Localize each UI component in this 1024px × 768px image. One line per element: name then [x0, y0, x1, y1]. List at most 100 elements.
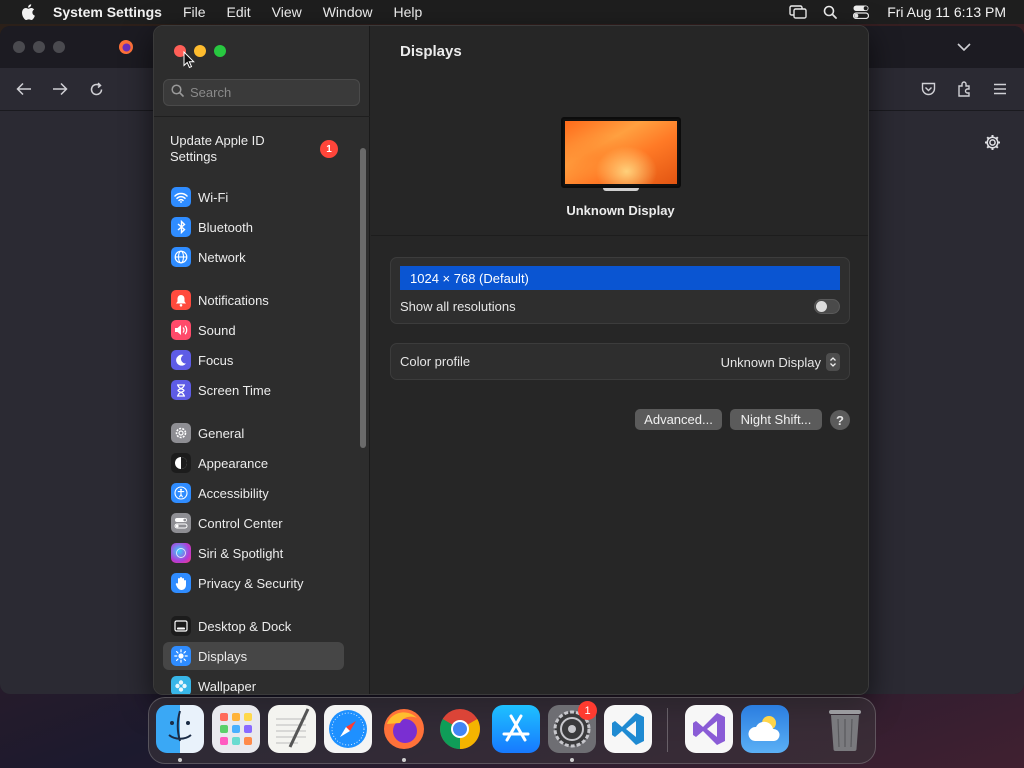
wallpaper-preview — [565, 121, 677, 184]
display-name-label: Unknown Display — [566, 203, 675, 218]
sidebar-item-focus[interactable]: Focus — [163, 346, 344, 374]
browser-zoom-button[interactable] — [53, 41, 65, 53]
apple-id-badge: 1 — [320, 140, 338, 158]
sidebar-item-label: Desktop & Dock — [198, 618, 292, 634]
menu-file[interactable]: File — [183, 4, 206, 20]
vscode-icon[interactable] — [604, 705, 652, 753]
menu-edit[interactable]: Edit — [227, 4, 251, 20]
sidebar-item-wallpaper[interactable]: Wallpaper — [163, 672, 344, 694]
show-all-resolutions-toggle[interactable] — [814, 299, 840, 314]
hand-icon — [171, 573, 191, 593]
spotlight-search-icon[interactable] — [823, 5, 838, 19]
sidebar-item-appearance[interactable]: Appearance — [163, 449, 344, 477]
sidebar-item-label: Screen Time — [198, 382, 271, 398]
firefox-tab-icon[interactable] — [117, 38, 135, 56]
forward-arrow-icon[interactable] — [50, 80, 70, 98]
screen-mirroring-icon[interactable] — [789, 5, 807, 19]
night-shift-button[interactable]: Night Shift... — [730, 409, 822, 430]
browser-close-button[interactable] — [13, 41, 25, 53]
display-thumbnail[interactable] — [561, 117, 681, 188]
sidebar-item-network[interactable]: Network — [163, 243, 344, 271]
menubar-clock[interactable]: Fri Aug 11 6:13 PM — [887, 4, 1006, 20]
search-icon — [171, 83, 184, 102]
trash-icon[interactable] — [821, 705, 869, 753]
bluetooth-icon — [171, 217, 191, 237]
visual-studio-icon[interactable] — [685, 705, 733, 753]
sun-icon — [171, 646, 191, 666]
system-settings-badge: 1 — [578, 701, 597, 720]
gear-icon[interactable] — [982, 132, 1002, 152]
firefox-icon[interactable] — [380, 705, 428, 753]
page-title: Displays — [400, 43, 462, 60]
accessibility-icon — [171, 483, 191, 503]
sidebar-item-label: Wallpaper — [198, 678, 257, 694]
sidebar-item-notifications[interactable]: Notifications — [163, 286, 344, 314]
pocket-icon[interactable] — [918, 80, 938, 98]
sidebar-item-accessibility[interactable]: Accessibility — [163, 479, 344, 507]
browser-minimize-button[interactable] — [33, 41, 45, 53]
sidebar-item-label: Notifications — [198, 292, 269, 308]
color-profile-value: Unknown Display — [720, 354, 821, 370]
sidebar-item-displays[interactable]: Displays — [163, 642, 344, 670]
update-apple-id-item[interactable]: Update Apple ID Settings — [170, 133, 290, 165]
extensions-icon[interactable] — [954, 80, 974, 98]
sidebar-search[interactable] — [163, 79, 360, 106]
menu-view[interactable]: View — [272, 4, 302, 20]
menu-bar: System Settings File Edit View Window He… — [0, 0, 1024, 24]
sidebar-item-label: Focus — [198, 352, 234, 368]
sidebar-item-desktop-dock[interactable]: Desktop & Dock — [163, 612, 344, 640]
sidebar-item-wifi[interactable]: Wi-Fi — [163, 183, 344, 211]
gear-icon — [171, 423, 191, 443]
color-profile-popup[interactable]: Unknown Display — [721, 352, 840, 372]
sidebar-item-label: Sound — [198, 322, 236, 338]
dock: 1 — [148, 697, 876, 764]
help-button[interactable]: ? — [830, 410, 850, 430]
sidebar-scrollbar[interactable] — [360, 148, 366, 448]
sidebar-item-general[interactable]: General — [163, 419, 344, 447]
menu-help[interactable]: Help — [394, 4, 423, 20]
sidebar-item-screen-time[interactable]: Screen Time — [163, 376, 344, 404]
wifi-icon — [171, 187, 191, 207]
advanced-button[interactable]: Advanced... — [635, 409, 722, 430]
launchpad-icon[interactable] — [212, 705, 260, 753]
sidebar-item-sound[interactable]: Sound — [163, 316, 344, 344]
apple-menu-icon[interactable] — [18, 4, 38, 20]
finder-icon[interactable] — [156, 705, 204, 753]
sidebar-item-privacy-security[interactable]: Privacy & Security — [163, 569, 344, 597]
sidebar-item-control-center[interactable]: Control Center — [163, 509, 344, 537]
app-store-icon[interactable] — [492, 705, 540, 753]
color-profile-panel: Color profile Unknown Display — [390, 343, 850, 380]
dock-separator — [667, 708, 668, 752]
resolution-option-selected[interactable]: 1024 × 768 (Default) — [400, 266, 840, 290]
search-input[interactable] — [190, 85, 350, 100]
hourglass-icon — [171, 380, 191, 400]
dock-icon — [171, 616, 191, 636]
show-all-resolutions-label: Show all resolutions — [400, 299, 516, 314]
system-settings-window: Update Apple ID Settings 1 Wi-Fi Bluetoo… — [153, 25, 869, 695]
sidebar-item-label: General — [198, 425, 245, 441]
bell-icon — [171, 290, 191, 310]
display-arrangement-area: Displays Unknown Display — [371, 26, 868, 236]
menu-window[interactable]: Window — [323, 4, 373, 20]
weather-icon[interactable] — [741, 705, 789, 753]
hamburger-menu-icon[interactable] — [990, 80, 1010, 98]
sidebar-item-bluetooth[interactable]: Bluetooth — [163, 213, 344, 241]
reload-icon[interactable] — [86, 80, 106, 98]
chrome-icon[interactable] — [436, 705, 484, 753]
siri-icon — [171, 543, 191, 563]
mouse-cursor-icon — [183, 50, 195, 74]
sidebar-divider — [154, 116, 370, 117]
back-arrow-icon[interactable] — [14, 80, 34, 98]
sidebar-item-siri-spotlight[interactable]: Siri & Spotlight — [163, 539, 344, 567]
control-center-icon[interactable] — [853, 5, 870, 19]
safari-icon[interactable] — [324, 705, 372, 753]
firefox-running-indicator — [402, 758, 406, 762]
window-zoom-button[interactable] — [214, 45, 226, 57]
chevron-down-icon[interactable] — [954, 38, 974, 56]
menu-app-name[interactable]: System Settings — [53, 4, 162, 20]
window-minimize-button[interactable] — [194, 45, 206, 57]
toggle-knob — [816, 301, 827, 312]
textedit-icon[interactable] — [268, 705, 316, 753]
sidebar-item-label: Control Center — [198, 515, 283, 531]
settings-sidebar: Update Apple ID Settings 1 Wi-Fi Bluetoo… — [154, 26, 370, 694]
